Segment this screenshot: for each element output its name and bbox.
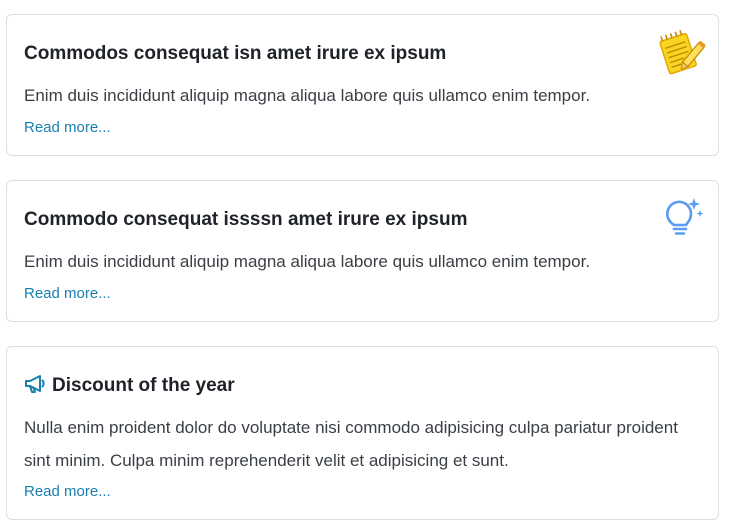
card-feed: Commodos consequat isn amet irure ex ips… [0, 0, 733, 529]
read-more-link[interactable]: Read more... [24, 284, 111, 304]
card-description: Enim duis incididunt aliquip magna aliqu… [24, 86, 591, 105]
read-more-link[interactable]: Read more... [24, 118, 111, 138]
card-title: Discount of the year [52, 375, 235, 396]
article-card: Commodo consequat issssn amet irure ex i… [6, 180, 719, 322]
megaphone-icon [23, 372, 47, 396]
lightbulb-sparkle-icon [654, 193, 706, 245]
article-card: Commodos consequat isn amet irure ex ips… [6, 14, 719, 156]
card-title: Commodo consequat issssn amet irure ex i… [24, 209, 468, 230]
card-description: Enim duis incididunt aliquip magna aliqu… [24, 252, 591, 271]
read-more-link[interactable]: Read more... [24, 482, 111, 502]
notepad-pencil-icon [654, 27, 706, 79]
card-title: Commodos consequat isn amet irure ex ips… [24, 43, 447, 64]
card-description: Nulla enim proident dolor do voluptate n… [24, 418, 678, 470]
article-card: Discount of the year Nulla enim proident… [6, 346, 719, 520]
